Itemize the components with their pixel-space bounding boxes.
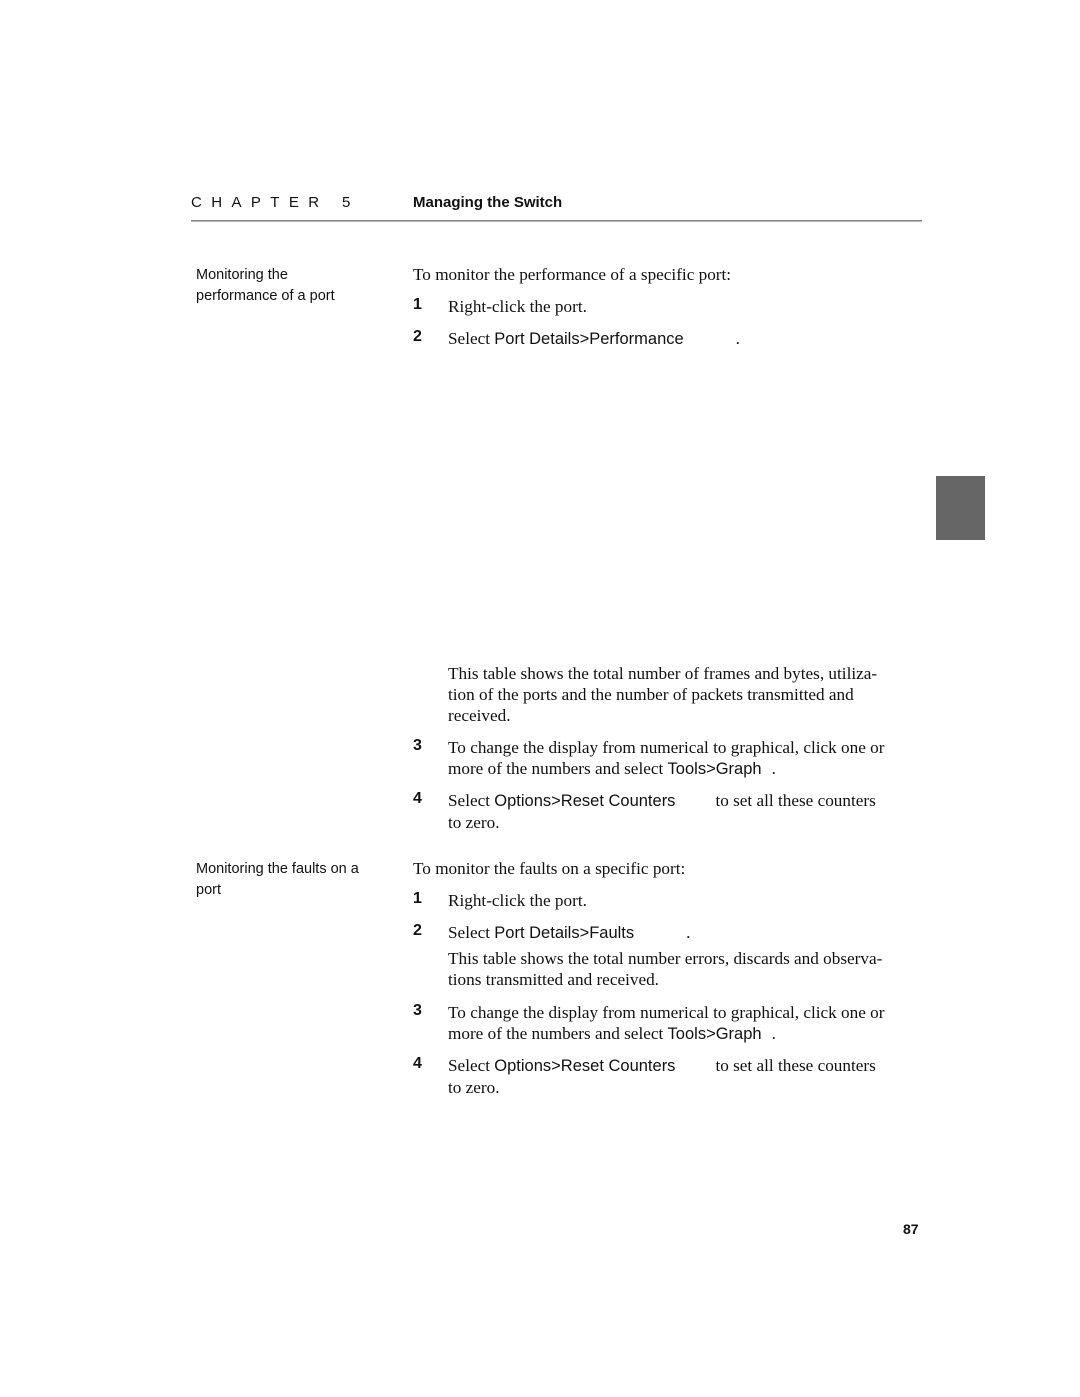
step-text-prefix: Select: [448, 923, 495, 942]
step-text: Right-click the port.: [448, 891, 587, 910]
step-text: Select Port Details>Performance.: [448, 328, 923, 350]
side-heading-performance: Monitoring the performance of a port: [196, 265, 381, 307]
description-line: This table shows the total number errors…: [448, 949, 883, 968]
description-line: tion of the ports and the number of pack…: [448, 685, 854, 704]
step-text-suffix: .: [771, 1024, 776, 1043]
chapter-thumb-tab: [936, 476, 985, 540]
step-text: Right-click the port.: [448, 297, 587, 316]
step-text-suffix: .: [735, 329, 740, 348]
menu-path: Tools>Graph: [667, 1025, 762, 1043]
step-number: 4: [413, 790, 422, 807]
description-line: This table shows the total number of fra…: [448, 664, 878, 683]
step-text: Select Port Details>Faults.: [448, 922, 923, 944]
step-text-line: To change the display from numerical to …: [448, 738, 885, 757]
description-line: tions transmitted and received.: [448, 970, 659, 989]
description-performance: This table shows the total number of fra…: [448, 663, 923, 726]
step-number: 2: [413, 328, 422, 345]
step-text-line: to zero.: [448, 813, 500, 832]
chapter-label: CHAPTER 5: [191, 194, 360, 211]
intro-text: To monitor the performance of a specific…: [413, 265, 732, 284]
description-faults: This table shows the total number errors…: [448, 948, 923, 990]
step-text: To change the display from numerical to …: [448, 1002, 923, 1045]
page-number: 87: [903, 1221, 919, 1237]
description-line: received.: [448, 706, 511, 725]
intro-text: To monitor the faults on a specific port…: [413, 859, 686, 878]
step-text-suffix: .: [686, 923, 691, 942]
step-text-line: To change the display from numerical to …: [448, 1003, 885, 1022]
step-text-line: to zero.: [448, 1078, 500, 1097]
step-text: To change the display from numerical to …: [448, 737, 923, 780]
side-heading-line: Monitoring the: [196, 267, 288, 283]
step-number: 2: [413, 922, 422, 939]
step-number: 3: [413, 1002, 422, 1019]
header-rule: [191, 220, 922, 222]
menu-path: Options>Reset Counters: [494, 792, 676, 810]
side-heading-line: Monitoring the faults on a: [196, 861, 359, 877]
menu-path: Port Details>Performance: [494, 330, 684, 348]
step-text: Select Options>Reset Counters to set all …: [448, 790, 923, 833]
step-text-prefix: more of the numbers and select: [448, 1024, 668, 1043]
side-heading-line: port: [196, 882, 221, 898]
menu-path: Tools>Graph: [667, 760, 762, 778]
step-text-prefix: more of the numbers and select: [448, 759, 668, 778]
menu-path: Port Details>Faults: [494, 924, 635, 942]
side-heading-faults: Monitoring the faults on a port: [196, 859, 381, 901]
step-text-prefix: Select: [448, 1056, 495, 1075]
step-text-suffix: to set all these counters: [715, 1056, 876, 1075]
step-text: Select Options>Reset Counters to set all …: [448, 1055, 923, 1098]
side-heading-line: performance of a port: [196, 288, 335, 304]
running-header: CHAPTER 5 Managing the Switch: [191, 194, 922, 222]
step-text-prefix: Select: [448, 791, 495, 810]
step-number: 3: [413, 737, 422, 754]
menu-path: Options>Reset Counters: [494, 1057, 676, 1075]
chapter-title: Managing the Switch: [413, 194, 563, 211]
step-text-suffix: to set all these counters: [715, 791, 876, 810]
step-number: 1: [413, 890, 422, 907]
step-number: 1: [413, 296, 422, 313]
step-text-prefix: Select: [448, 329, 495, 348]
step-text-suffix: .: [771, 759, 776, 778]
step-number: 4: [413, 1055, 422, 1072]
